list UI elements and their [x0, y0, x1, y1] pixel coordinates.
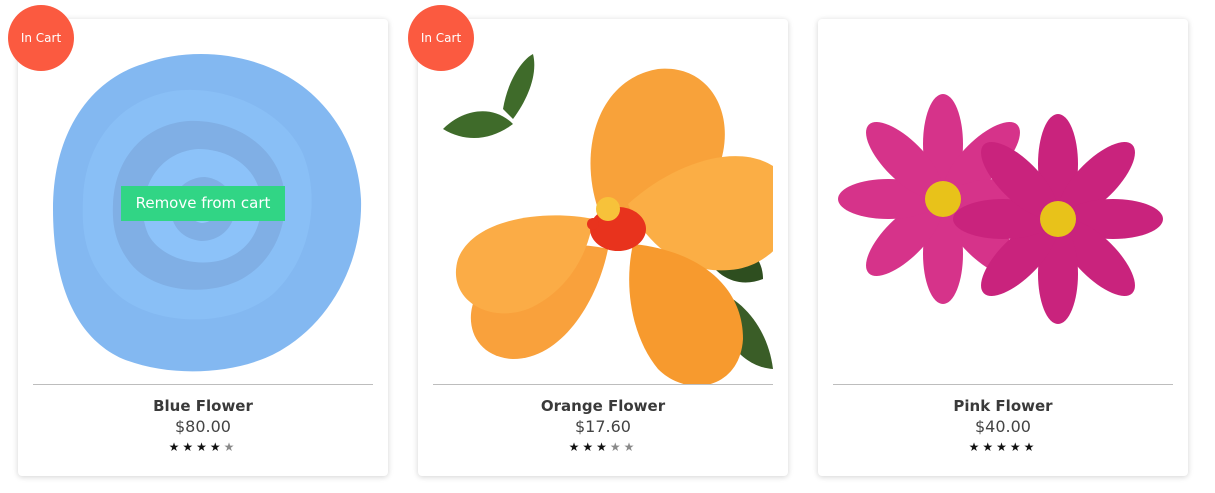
star-filled-icon: ★: [568, 440, 583, 454]
star-filled-icon: ★: [968, 440, 983, 454]
rating-stars: ★★★★★: [18, 438, 388, 456]
product-info: Blue Flower $80.00 ★★★★★: [18, 395, 388, 456]
star-filled-icon: ★: [982, 440, 997, 454]
star-filled-icon: ★: [209, 440, 224, 454]
card-divider: [33, 384, 373, 385]
star-filled-icon: ★: [582, 440, 597, 454]
star-filled-icon: ★: [596, 440, 610, 454]
star-empty-icon: ★: [223, 440, 238, 454]
card-divider: [433, 384, 773, 385]
product-price: $80.00: [175, 417, 231, 436]
product-price: $17.60: [575, 417, 631, 436]
star-filled-icon: ★: [1009, 440, 1024, 454]
product-name[interactable]: Orange Flower: [418, 396, 788, 416]
star-filled-icon: ★: [996, 440, 1010, 454]
star-filled-icon: ★: [168, 440, 183, 454]
product-info: Pink Flower $40.00 ★★★★★: [818, 395, 1188, 456]
in-cart-badge: In Cart: [408, 5, 474, 71]
product-image-orange-flower[interactable]: [433, 49, 773, 384]
star-filled-icon: ★: [182, 440, 197, 454]
orange-hibiscus-image: [443, 54, 773, 384]
product-card-blue-flower[interactable]: In Cart Remove from cart Blue Flower $80…: [8, 5, 388, 476]
product-name[interactable]: Pink Flower: [818, 396, 1188, 416]
product-price: $40.00: [975, 417, 1031, 436]
card-divider: [833, 384, 1173, 385]
product-image-pink-flower[interactable]: [833, 49, 1173, 384]
in-cart-badge: In Cart: [8, 5, 74, 71]
product-card-pink-flower[interactable]: Pink Flower $40.00 ★★★★★: [818, 19, 1188, 476]
star-empty-icon: ★: [623, 440, 638, 454]
product-info: Orange Flower $17.60 ★★★★★: [418, 395, 788, 456]
product-grid: In Cart Remove from cart Blue Flower $80…: [0, 0, 1215, 493]
product-card-orange-flower[interactable]: In Cart Orange Flower $17.60 ★★★★★: [408, 5, 788, 476]
product-name[interactable]: Blue Flower: [18, 396, 388, 416]
star-empty-icon: ★: [609, 440, 624, 454]
remove-from-cart-button[interactable]: Remove from cart: [121, 186, 285, 221]
rating-stars: ★★★★★: [418, 438, 788, 456]
pink-cosmos-image: [838, 94, 1163, 324]
rating-stars: ★★★★★: [818, 438, 1188, 456]
star-filled-icon: ★: [1023, 440, 1038, 454]
star-filled-icon: ★: [196, 440, 210, 454]
